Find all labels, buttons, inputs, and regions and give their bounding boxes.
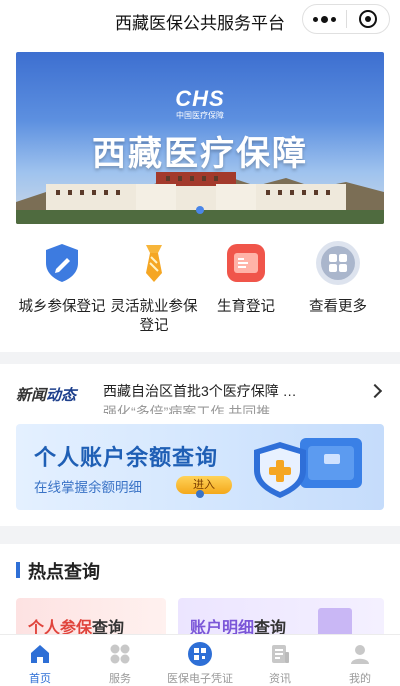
service-view-more[interactable]: 查看更多 bbox=[292, 240, 384, 344]
banner-carousel[interactable]: CHS 中国医疗保障 西藏医疗保障 bbox=[16, 52, 384, 224]
grid-more-icon bbox=[315, 240, 361, 286]
news-headline-2[interactable]: 强化“多倍”病案工作 共同推 bbox=[103, 402, 270, 414]
chs-logo: CHS 中国医疗保障 bbox=[175, 86, 225, 121]
enter-button[interactable]: 进入 bbox=[176, 476, 232, 494]
section-title: 热点查询 bbox=[28, 562, 100, 582]
service-label: 查看更多 bbox=[309, 299, 367, 315]
tab-e-voucher[interactable]: 医保电子凭证 bbox=[160, 635, 240, 686]
user-icon bbox=[348, 642, 372, 666]
service-label: 生育登记 bbox=[217, 299, 275, 315]
page: 西藏医保公共服务平台 CHS 中国医疗保障 西藏医疗保障 城乡参保登记 灵活就业… bbox=[0, 0, 400, 686]
section-accent-bar bbox=[16, 562, 20, 578]
service-flexible-employment-enroll[interactable]: 灵活就业参保登记 bbox=[108, 240, 200, 344]
service-grid: 城乡参保登记 灵活就业参保登记 生育登记 查看更多 bbox=[16, 240, 384, 344]
balance-subtitle: 在线掌握余额明细 bbox=[34, 480, 142, 495]
more-dots-icon[interactable] bbox=[303, 5, 346, 33]
account-detail-query-card[interactable]: 账户明细查询 bbox=[178, 598, 384, 638]
tab-bar: 首页 服务 医保电子凭证 资讯 我的 bbox=[0, 634, 400, 686]
shield-card-illustration-icon bbox=[254, 438, 362, 498]
nav-bar: 西藏医保公共服务平台 bbox=[0, 0, 400, 40]
qr-code-icon bbox=[188, 642, 212, 666]
news-icon bbox=[268, 642, 292, 666]
carousel-indicator bbox=[196, 206, 204, 214]
tie-icon bbox=[131, 240, 177, 286]
news-tag: 新闻动态 bbox=[16, 387, 77, 404]
home-icon bbox=[28, 642, 52, 666]
balance-title: 个人账户余额查询 bbox=[34, 445, 219, 470]
service-label: 城乡参保登记 bbox=[18, 299, 106, 315]
service-label: 灵活就业参保登记 bbox=[110, 299, 198, 334]
shield-pen-icon bbox=[39, 240, 85, 286]
service-maternity-registration[interactable]: 生育登记 bbox=[200, 240, 292, 344]
miniprogram-capsule bbox=[302, 4, 390, 34]
tab-services[interactable]: 服务 bbox=[80, 635, 160, 686]
tab-home[interactable]: 首页 bbox=[0, 635, 80, 686]
service-urban-rural-enroll[interactable]: 城乡参保登记 bbox=[16, 240, 108, 344]
balance-query-card[interactable]: 个人账户余额查询 在线掌握余额明细 进入 bbox=[16, 424, 384, 510]
personal-insurance-query-card[interactable]: 个人参保查询 bbox=[16, 598, 166, 638]
tab-mine[interactable]: 我的 bbox=[320, 635, 400, 686]
carousel-indicator bbox=[196, 490, 204, 498]
news-headline-1[interactable]: 西藏自治区首批3个医疗保障 … bbox=[103, 381, 297, 401]
tab-news[interactable]: 资讯 bbox=[240, 635, 320, 686]
news-ticker[interactable]: 新闻动态 西藏自治区首批3个医疗保障 … 强化“多倍”病案工作 共同推 bbox=[0, 364, 400, 418]
chevron-right-icon[interactable] bbox=[367, 383, 383, 399]
registration-card-icon bbox=[223, 240, 269, 286]
miniprogram-close-icon[interactable] bbox=[347, 5, 389, 33]
services-icon bbox=[108, 642, 132, 666]
